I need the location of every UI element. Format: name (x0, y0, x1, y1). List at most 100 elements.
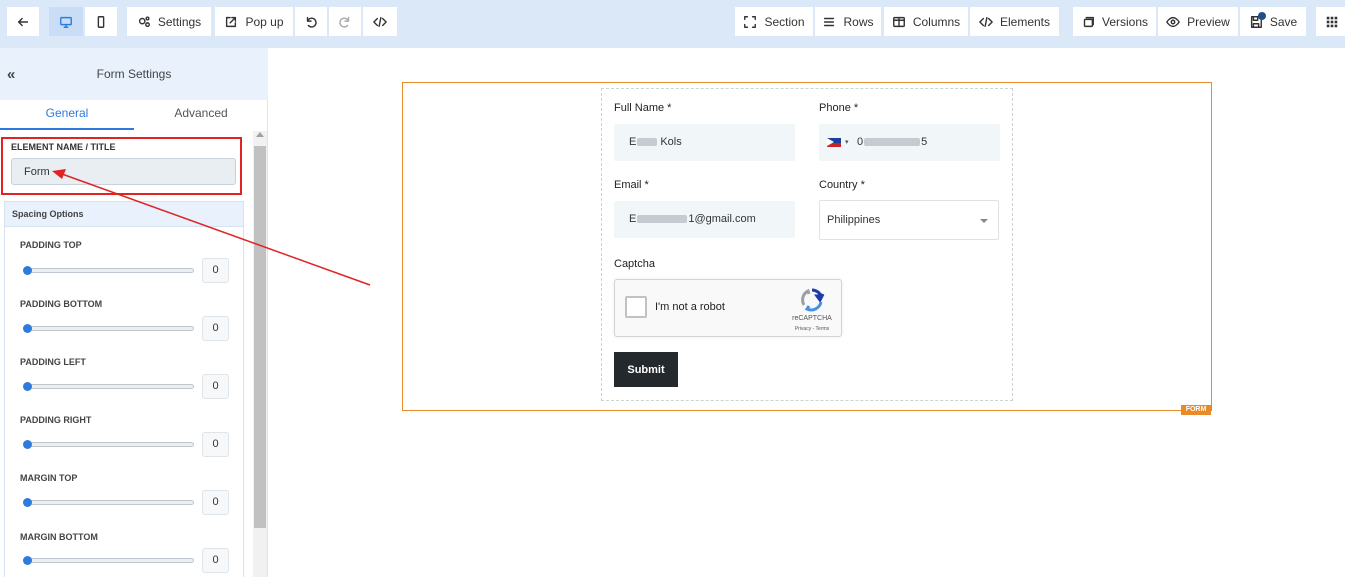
spacing-options-panel: Spacing Options PADDING TOP 0 PADDING BO… (4, 201, 244, 577)
phone-input[interactable]: ▾ 0 5 (819, 124, 1000, 161)
email-label: Email * (614, 179, 649, 191)
redacted-text (637, 215, 688, 224)
external-link-icon (226, 16, 237, 27)
element-name-label: ELEMENT NAME / TITLE (11, 142, 116, 152)
margin-top-label: MARGIN TOP (20, 473, 78, 483)
code-icon (373, 16, 387, 27)
undo-button[interactable] (295, 7, 327, 36)
padding-bottom-label: PADDING BOTTOM (20, 299, 103, 309)
padding-left-slider[interactable] (25, 384, 194, 389)
padding-right-label: PADDING RIGHT (20, 415, 92, 425)
arrow-left-icon (17, 17, 29, 26)
full-name-prefix: E (629, 136, 637, 148)
philippines-flag-icon[interactable] (827, 138, 841, 147)
padding-top-label: PADDING TOP (20, 240, 82, 250)
margin-bottom-knob[interactable] (23, 556, 32, 565)
recaptcha-widget: I'm not a robot reCAPTCHA Privacy - Term… (614, 279, 842, 337)
unsaved-indicator (1257, 11, 1266, 20)
redo-button[interactable] (329, 7, 361, 36)
columns-icon (892, 16, 905, 27)
grid-icon (1326, 16, 1338, 27)
rows-button[interactable]: Rows (815, 7, 881, 36)
form-element-tag[interactable]: FORM (1181, 405, 1211, 415)
margin-bottom-slider[interactable] (25, 558, 194, 563)
columns-label: Columns (912, 14, 961, 29)
padding-bottom-slider[interactable] (25, 326, 194, 331)
recaptcha-privacy-terms[interactable]: Privacy - Terms (787, 326, 837, 332)
undo-icon (306, 16, 317, 28)
sidebar-header: « Form Settings (0, 48, 268, 100)
padding-right-slider[interactable] (25, 442, 194, 447)
margin-bottom-value[interactable]: 0 (202, 548, 229, 573)
flag-dropdown-caret-icon[interactable]: ▾ (845, 124, 849, 161)
recaptcha-checkbox-label: I'm not a robot (655, 301, 725, 313)
element-name-input[interactable] (11, 158, 236, 185)
eye-icon (1166, 16, 1180, 27)
mobile-icon (97, 15, 105, 28)
padding-right-value[interactable]: 0 (202, 432, 229, 457)
full-name-suffix: Kols (660, 136, 682, 148)
elements-button[interactable]: Elements (970, 7, 1059, 36)
apps-button[interactable] (1316, 7, 1345, 36)
save-label: Save (1269, 14, 1298, 29)
country-select[interactable]: Philippines (819, 200, 999, 240)
tab-advanced[interactable]: Advanced (134, 100, 268, 130)
submit-button[interactable]: Submit (614, 352, 678, 387)
chevron-down-icon (980, 219, 988, 223)
settings-button[interactable]: Settings (127, 7, 211, 36)
popup-label: Pop up (245, 14, 284, 29)
code-button[interactable] (363, 7, 397, 36)
save-button[interactable]: Save (1240, 7, 1306, 36)
desktop-view-button[interactable] (49, 7, 83, 36)
padding-top-value[interactable]: 0 (202, 258, 229, 283)
margin-top-knob[interactable] (23, 498, 32, 507)
scroll-up-icon[interactable] (256, 132, 264, 137)
back-button[interactable] (7, 7, 39, 36)
margin-top-value[interactable]: 0 (202, 490, 229, 515)
captcha-label: Captcha (614, 258, 655, 270)
padding-left-knob[interactable] (23, 382, 32, 391)
padding-left-label: PADDING LEFT (20, 357, 86, 367)
settings-tabs: General Advanced (0, 100, 268, 130)
rows-icon (824, 17, 835, 26)
preview-button[interactable]: Preview (1158, 7, 1238, 36)
email-suffix: 1@gmail.com (688, 213, 756, 225)
save-icon-wrap (1249, 11, 1266, 29)
spacing-options-header[interactable]: Spacing Options (5, 202, 243, 227)
code-icon (979, 16, 993, 27)
margin-top-slider[interactable] (25, 500, 194, 505)
phone-label: Phone * (819, 102, 859, 114)
mobile-view-button[interactable] (85, 7, 117, 36)
padding-top-knob[interactable] (23, 266, 32, 275)
recaptcha-checkbox[interactable] (625, 296, 647, 318)
padding-bottom-value[interactable]: 0 (202, 316, 229, 341)
scroll-thumb[interactable] (254, 146, 266, 528)
versions-button[interactable]: Versions (1073, 7, 1156, 36)
preview-label: Preview (1187, 14, 1230, 29)
settings-label: Settings (157, 14, 202, 29)
section-label: Section (764, 14, 805, 29)
country-value: Philippines (827, 214, 881, 226)
phone-prefix: 0 (857, 136, 864, 148)
margin-bottom-label: MARGIN BOTTOM (20, 532, 98, 542)
phone-suffix: 5 (921, 136, 928, 148)
recaptcha-brand: reCAPTCHA (792, 315, 832, 322)
top-toolbar: Settings Pop up Section Rows Columns Ele… (0, 0, 1345, 48)
padding-left-value[interactable]: 0 (202, 374, 229, 399)
columns-button[interactable]: Columns (884, 7, 968, 36)
country-label: Country * (819, 179, 865, 191)
padding-top-slider[interactable] (25, 268, 194, 273)
padding-bottom-knob[interactable] (23, 324, 32, 333)
section-button[interactable]: Section (735, 7, 813, 36)
tab-general[interactable]: General (0, 100, 134, 130)
sidebar-title: Form Settings (96, 67, 172, 81)
padding-right-knob[interactable] (23, 440, 32, 449)
redacted-text (637, 138, 658, 147)
sidebar-scrollbar[interactable] (253, 131, 267, 577)
full-name-input[interactable]: E Kols (614, 124, 795, 161)
redo-icon (339, 16, 350, 28)
email-input[interactable]: E 1@gmail.com (614, 201, 795, 238)
desktop-icon (60, 16, 72, 28)
popup-button[interactable]: Pop up (215, 7, 293, 36)
expand-icon (744, 15, 757, 28)
